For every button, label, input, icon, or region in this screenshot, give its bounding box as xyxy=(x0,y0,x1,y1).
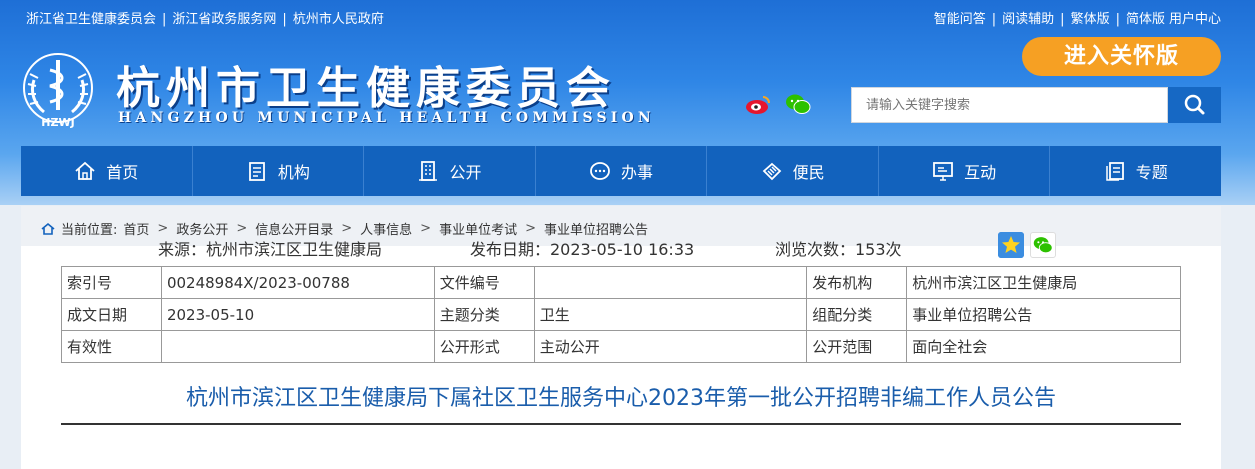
metadata-table: 索引号 00248984X/2023-00788 文件编号 发布机构 杭州市滨江… xyxy=(61,266,1181,363)
nav-label: 公开 xyxy=(449,163,482,182)
site-title[interactable]: 杭州市卫生健康委员会 xyxy=(116,52,616,116)
table-row: 索引号 00248984X/2023-00788 文件编号 发布机构 杭州市滨江… xyxy=(61,266,1181,299)
link-zj-health-commission[interactable]: 浙江省卫生健康委员会 xyxy=(26,12,156,27)
table-cell: 面向全社会 xyxy=(906,330,1181,363)
nav-label: 互动 xyxy=(964,163,997,182)
search-icon xyxy=(1184,94,1205,115)
table-cell: 公开范围 xyxy=(806,330,908,363)
title-divider xyxy=(61,423,1181,425)
monitor-icon xyxy=(933,162,954,181)
article-source: 来源：杭州市滨江区卫生健康局 xyxy=(158,240,383,259)
document-icon xyxy=(1106,162,1124,181)
main-nav: 首页 机构 公开 办事 便民 互动 专题 xyxy=(21,146,1221,196)
link-traditional[interactable]: 繁体版 xyxy=(1071,12,1110,27)
nav-label: 首页 xyxy=(106,163,139,182)
handshake-icon xyxy=(762,162,781,181)
table-cell: 00248984X/2023-00788 xyxy=(160,266,435,299)
link-user-center[interactable]: 用户中心 xyxy=(1169,12,1221,27)
wechat-icon[interactable] xyxy=(785,93,811,115)
link-simplified[interactable]: 简体版 xyxy=(1126,12,1165,27)
article-title: 杭州市滨江区卫生健康局下属社区卫生服务中心2023年第一批公开招聘非编工作人员公… xyxy=(186,386,1056,411)
search-box xyxy=(851,87,1168,123)
hzwj-logo-icon[interactable]: HZWJ xyxy=(20,52,96,128)
breadcrumb-home[interactable]: 首页 xyxy=(123,219,149,238)
table-cell: 有效性 xyxy=(61,330,162,363)
nav-label: 机构 xyxy=(277,163,310,182)
article-publish-date: 发布日期：2023-05-10 16:33 xyxy=(470,240,695,259)
link-reading-aid[interactable]: 阅读辅助 xyxy=(1002,12,1054,27)
table-cell: 主题分类 xyxy=(433,298,535,331)
table-cell: 文件编号 xyxy=(433,266,535,299)
weibo-icon[interactable] xyxy=(745,93,771,115)
top-left-links: 浙江省卫生健康委员会 | 浙江省政务服务网 | 杭州市人民政府 xyxy=(26,12,384,27)
care-mode-button[interactable]: 进入关怀版 xyxy=(1022,37,1221,76)
nav-label: 办事 xyxy=(621,163,654,182)
building-icon xyxy=(419,161,438,181)
nav-item-topics[interactable]: 专题 xyxy=(1050,146,1221,196)
nav-item-org[interactable]: 机构 xyxy=(193,146,365,196)
favorite-star-icon[interactable] xyxy=(998,232,1024,258)
table-cell xyxy=(533,266,808,299)
table-cell: 杭州市滨江区卫生健康局 xyxy=(906,266,1181,299)
table-cell: 索引号 xyxy=(61,266,162,299)
home-icon xyxy=(75,161,95,180)
home-icon xyxy=(41,222,55,235)
chat-icon xyxy=(590,162,610,180)
table-cell: 公开形式 xyxy=(433,330,535,363)
breadcrumb-prefix: 当前位置: xyxy=(61,223,118,238)
table-cell: 发布机构 xyxy=(806,266,908,299)
nav-item-convenience[interactable]: 便民 xyxy=(707,146,879,196)
nav-label: 便民 xyxy=(792,163,825,182)
table-cell: 组配分类 xyxy=(806,298,908,331)
nav-item-interact[interactable]: 互动 xyxy=(879,146,1051,196)
search-button[interactable] xyxy=(1168,87,1221,123)
top-right-links: 智能问答 | 阅读辅助 | 繁体版 | 简体版 用户中心 xyxy=(933,12,1221,27)
table-row: 有效性 公开形式 主动公开 公开范围 面向全社会 xyxy=(61,330,1181,363)
table-cell: 主动公开 xyxy=(533,330,808,363)
table-cell xyxy=(160,330,435,363)
logo-emblem-text: HZWJ xyxy=(41,116,74,128)
org-icon xyxy=(248,162,265,181)
table-cell: 成文日期 xyxy=(61,298,162,331)
link-smart-qa[interactable]: 智能问答 xyxy=(934,12,986,27)
nav-item-service[interactable]: 办事 xyxy=(536,146,708,196)
table-row: 成文日期 2023-05-10 主题分类 卫生 组配分类 事业单位招聘公告 xyxy=(61,298,1181,331)
article-views: 浏览次数：153次 xyxy=(775,240,902,259)
table-cell: 2023-05-10 xyxy=(160,298,435,331)
site-subtitle: HANGZHOU MUNICIPAL HEALTH COMMISSION xyxy=(118,110,655,126)
link-hz-gov[interactable]: 杭州市人民政府 xyxy=(293,12,384,27)
nav-label: 专题 xyxy=(1135,163,1168,182)
top-bar: 浙江省卫生健康委员会 | 浙江省政务服务网 | 杭州市人民政府 智能问答 | 阅读辅助 | 繁体… xyxy=(0,0,1255,32)
link-zj-gov-service[interactable]: 浙江省政务服务网 xyxy=(172,12,276,27)
nav-item-open[interactable]: 公开 xyxy=(364,146,536,196)
search-input[interactable] xyxy=(852,88,1167,122)
table-cell: 事业单位招聘公告 xyxy=(906,298,1181,331)
table-cell: 卫生 xyxy=(533,298,808,331)
nav-item-home[interactable]: 首页 xyxy=(21,146,193,196)
share-wechat-icon[interactable] xyxy=(1030,232,1056,258)
